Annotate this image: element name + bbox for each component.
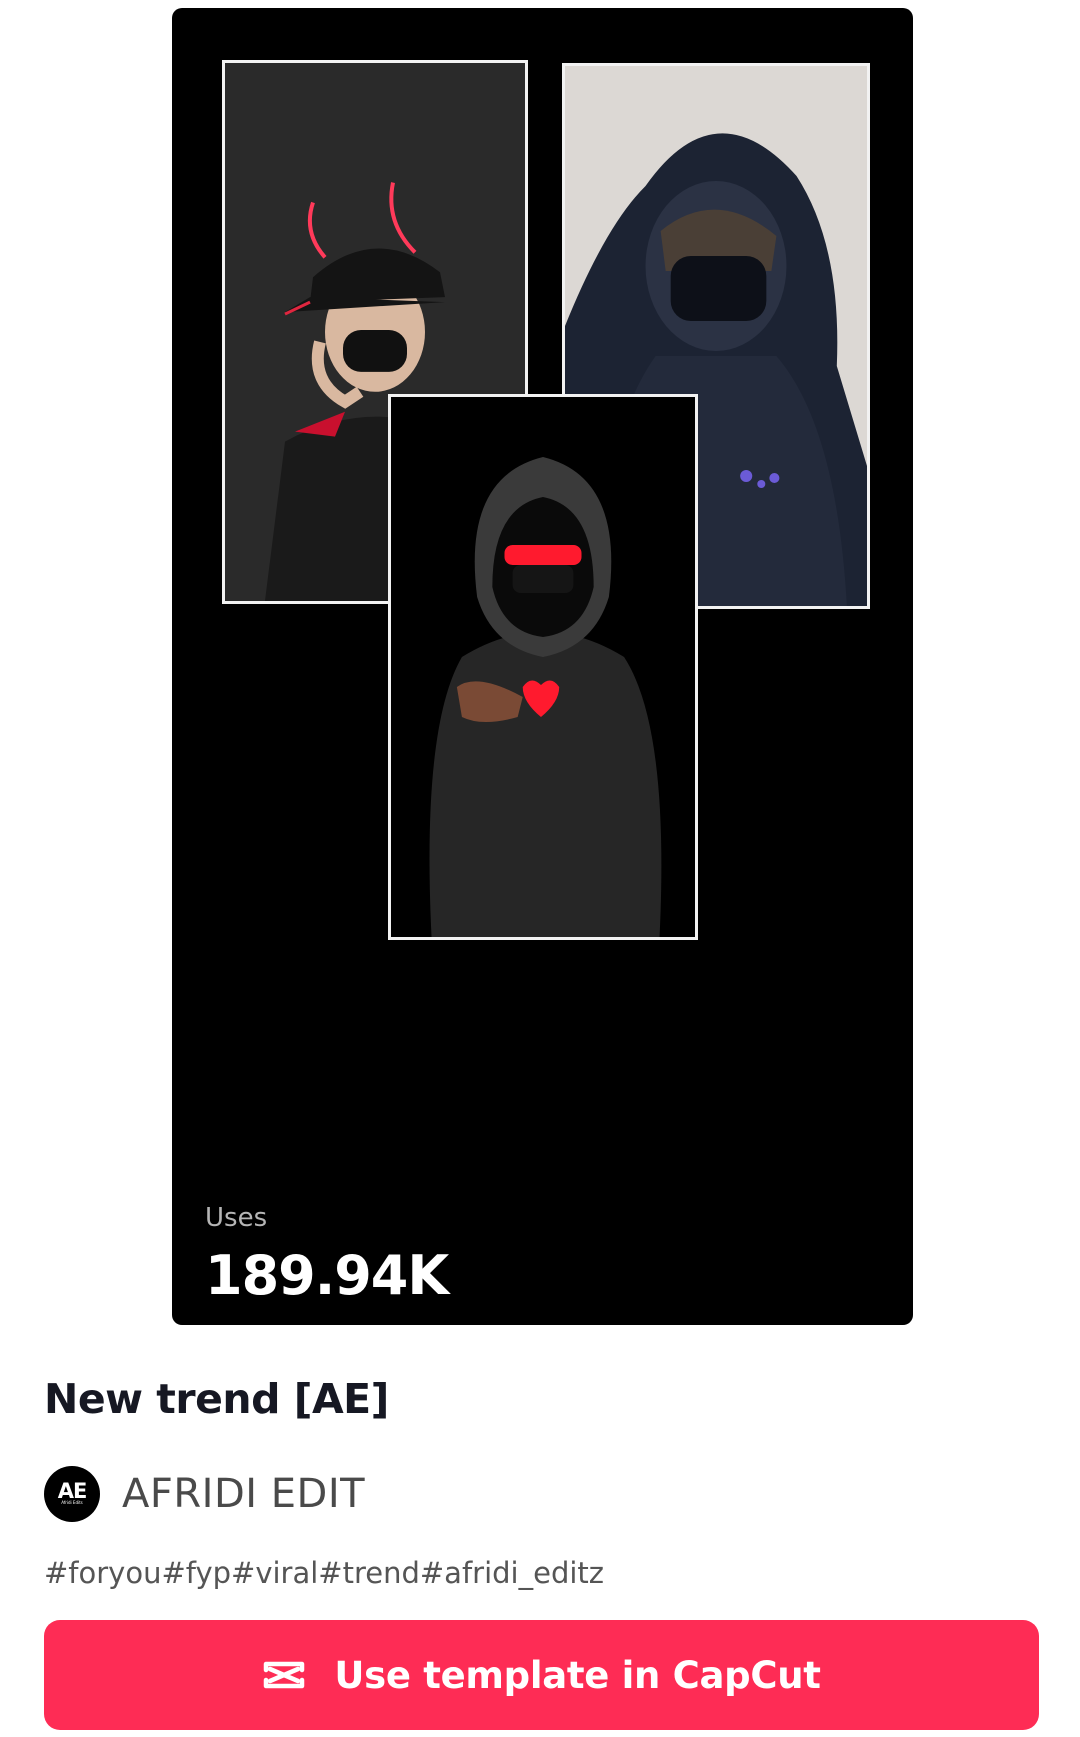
avatar[interactable]: AE Afridi Edits [44,1466,100,1522]
capcut-icon [264,1661,305,1689]
author-name[interactable]: AFRIDI EDIT [122,1471,365,1517]
preview-photo-heart-hoodie [388,394,698,940]
author-link[interactable]: AE Afridi Edits AFRIDI EDIT [44,1466,365,1522]
avatar-monogram: AE [57,1479,88,1503]
uses-label: Uses [205,1203,268,1233]
use-template-label: Use template in CapCut [334,1653,821,1697]
hashtags: #foryou#fyp#viral#trend#afridi_editz [44,1556,605,1590]
template-preview-video[interactable]: Uses 189.94K [172,8,913,1325]
use-template-button[interactable]: Use template in CapCut [44,1620,1039,1730]
uses-count: 189.94K [205,1244,449,1307]
avatar-subtext: Afridi Edits [61,1500,83,1505]
template-title: New trend [AE] [44,1375,389,1423]
